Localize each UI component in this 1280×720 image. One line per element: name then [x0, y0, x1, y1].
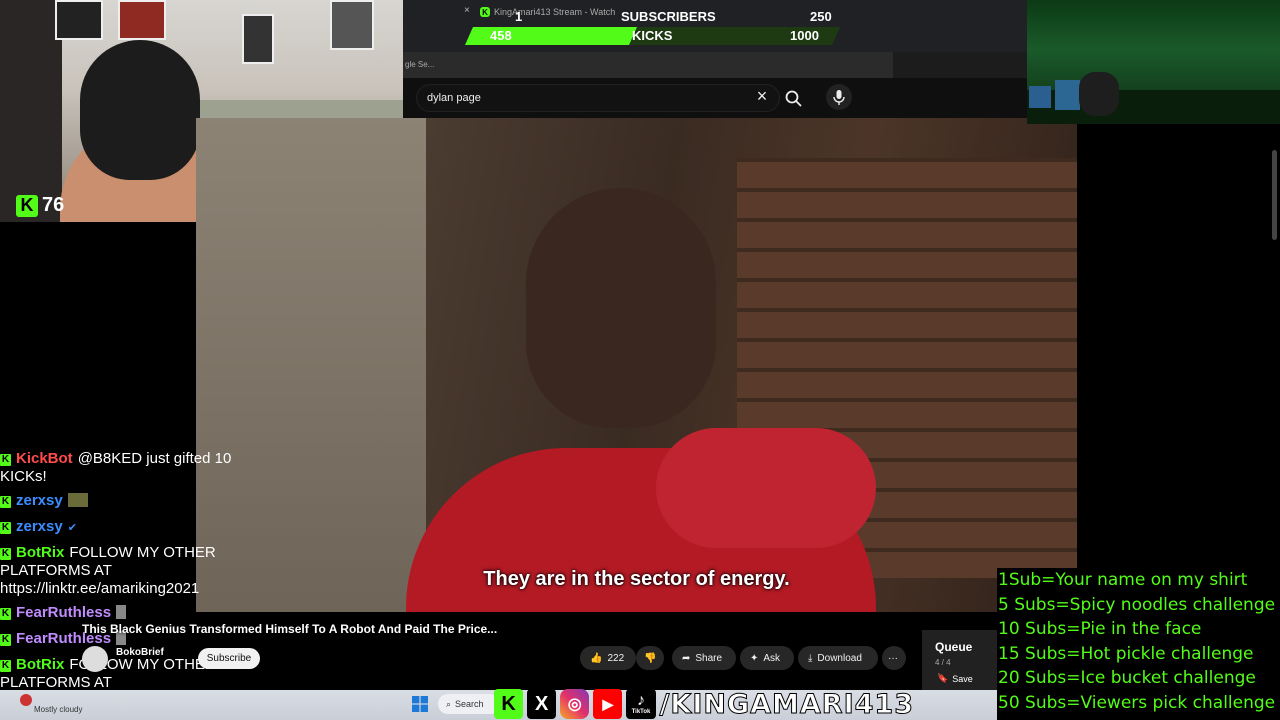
kick-icon: K	[0, 660, 11, 672]
taskbar-search-label: Search	[455, 699, 484, 709]
download-button[interactable]: ⤓ Download	[798, 646, 878, 670]
kick-count: 76	[42, 194, 65, 216]
thumbs-down-icon: 👎	[644, 652, 657, 664]
kick-count-badge: K 76	[16, 194, 64, 217]
kicks-goal: 458 KICKS 1000	[465, 27, 845, 45]
chat-username: FearRuthless	[16, 604, 112, 621]
social-handles-banner: K X ◎ ▶ ♪ TikTok /KINGAMARI413	[494, 688, 914, 720]
kicks-goal-target: 1000	[790, 28, 819, 43]
sub-goal-item: 15 Subs=Hot pickle challenge	[998, 643, 1254, 664]
video-player[interactable]	[196, 118, 1077, 612]
kick-icon: K	[0, 548, 11, 560]
kick-icon: K	[0, 496, 11, 508]
youtube-icon: ▶	[593, 689, 623, 719]
bookmark-bar: gle Se...	[403, 52, 893, 78]
channel-avatar[interactable]	[82, 646, 108, 672]
subscriber-goal-label: SUBSCRIBERS	[621, 9, 716, 24]
search-query: dylan page	[427, 92, 481, 104]
sub-goals-list: 1Sub=Your name on my shirt 5 Subs=Spicy …	[997, 568, 1280, 720]
dislike-button[interactable]: 👎	[636, 646, 664, 670]
microphone-icon	[833, 90, 845, 105]
chat-username: KickBot	[16, 450, 73, 467]
taskbar-search[interactable]: ⌕ Search	[438, 694, 500, 714]
more-actions-button[interactable]: ···	[882, 646, 906, 670]
sub-goal-item: 5 Subs=Spicy noodles challenge	[998, 594, 1276, 615]
share-icon: ➦	[682, 652, 691, 664]
subscribe-button[interactable]: Subscribe	[198, 648, 260, 669]
search-input[interactable]: dylan page	[416, 84, 780, 112]
save-button[interactable]: 🔖 Save	[937, 673, 973, 684]
chat-message: K FearRuthless	[0, 604, 270, 622]
kick-icon: K	[16, 194, 38, 217]
windows-start-icon[interactable]	[412, 696, 428, 712]
page-side-area	[1077, 124, 1280, 570]
sub-goal-item: 1Sub=Your name on my shirt	[998, 570, 1248, 590]
instagram-icon: ◎	[560, 689, 590, 719]
page-scrollbar[interactable]	[1272, 150, 1277, 240]
kick-icon: K	[0, 522, 11, 534]
kicks-goal-label: KICKS	[632, 28, 673, 43]
bookmark-icon: 🔖	[937, 673, 949, 683]
kick-icon: K	[0, 608, 11, 620]
bookmark-item[interactable]: gle Se...	[405, 60, 434, 69]
kick-icon: K	[494, 689, 524, 719]
weather-icon	[20, 694, 32, 706]
chat-username: zerxsy	[16, 492, 63, 509]
download-icon: ⤓	[808, 652, 813, 664]
thumbs-up-icon: 👍	[590, 652, 603, 664]
search-icon	[785, 90, 802, 107]
sub-goal-item: 50 Subs=Viewers pick challenge	[998, 692, 1276, 713]
subscriber-goal-target: 250	[810, 9, 832, 24]
social-handle: /KINGAMARI413	[659, 688, 914, 720]
save-label: Save	[952, 673, 973, 684]
search-button[interactable]	[782, 85, 806, 111]
weather-label: Mostly cloudy	[34, 705, 83, 714]
video-title[interactable]: This Black Genius Transformed Himself To…	[82, 622, 497, 636]
chat-message: Kzerxsy ✔	[0, 518, 270, 537]
sub-goal-item: 20 Subs=Ice bucket challenge	[998, 668, 1256, 688]
stream-goals: 1 SUBSCRIBERS 250 458 KICKS 1000	[465, 4, 845, 44]
like-button[interactable]: 👍 222	[580, 646, 636, 670]
search-icon: ⌕	[446, 698, 452, 709]
queue-title[interactable]: Queue	[935, 640, 972, 654]
share-label: Share	[695, 652, 723, 664]
chat-message: KBotRixFOLLOW MY OTHER PLATFORMS AT http…	[0, 544, 270, 598]
video-subtitle: They are in the sector of energy.	[483, 568, 790, 590]
more-icon: ···	[888, 652, 898, 664]
kicks-goal-current: 458	[490, 28, 512, 43]
channel-name[interactable]: BokoBrief	[116, 647, 164, 658]
ask-button[interactable]: ✦ Ask	[740, 646, 794, 670]
queue-count: 4 / 4	[935, 658, 951, 667]
subscriber-goal-current: 1	[515, 9, 523, 24]
chat-emote	[116, 605, 127, 619]
chat-username: BotRix	[16, 544, 65, 561]
tiktok-label: TikTok	[631, 708, 651, 715]
chat-message: Kzerxsy	[0, 492, 270, 510]
chat-message: K KickBot @B8KED just gifted 10 KICKs!	[0, 450, 270, 486]
chat-username: zerxsy	[16, 518, 63, 535]
share-button[interactable]: ➦ Share	[672, 646, 736, 670]
tiktok-icon: ♪ TikTok	[626, 689, 656, 719]
like-count: 222	[607, 652, 625, 664]
kick-icon: K	[0, 634, 11, 646]
sub-goal-item: 10 Subs=Pie in the face	[998, 619, 1202, 639]
sparkle-icon: ✦	[750, 652, 759, 664]
voice-search-button[interactable]	[826, 84, 852, 110]
ask-label: Ask	[763, 652, 781, 664]
subscriber-goal: 1 SUBSCRIBERS 250	[465, 8, 845, 26]
download-label: Download	[817, 652, 862, 664]
chat-username: BotRix	[16, 656, 65, 673]
x-icon: X	[527, 689, 557, 719]
kick-icon: K	[0, 454, 11, 466]
chat-overlay: K KickBot @B8KED just gifted 10 KICKs! Kze…	[0, 450, 270, 710]
clear-search-icon[interactable]: ×	[752, 86, 772, 108]
verified-badge-icon: ✔	[67, 522, 77, 534]
room-camera	[1027, 0, 1280, 124]
chat-emote	[67, 493, 88, 507]
